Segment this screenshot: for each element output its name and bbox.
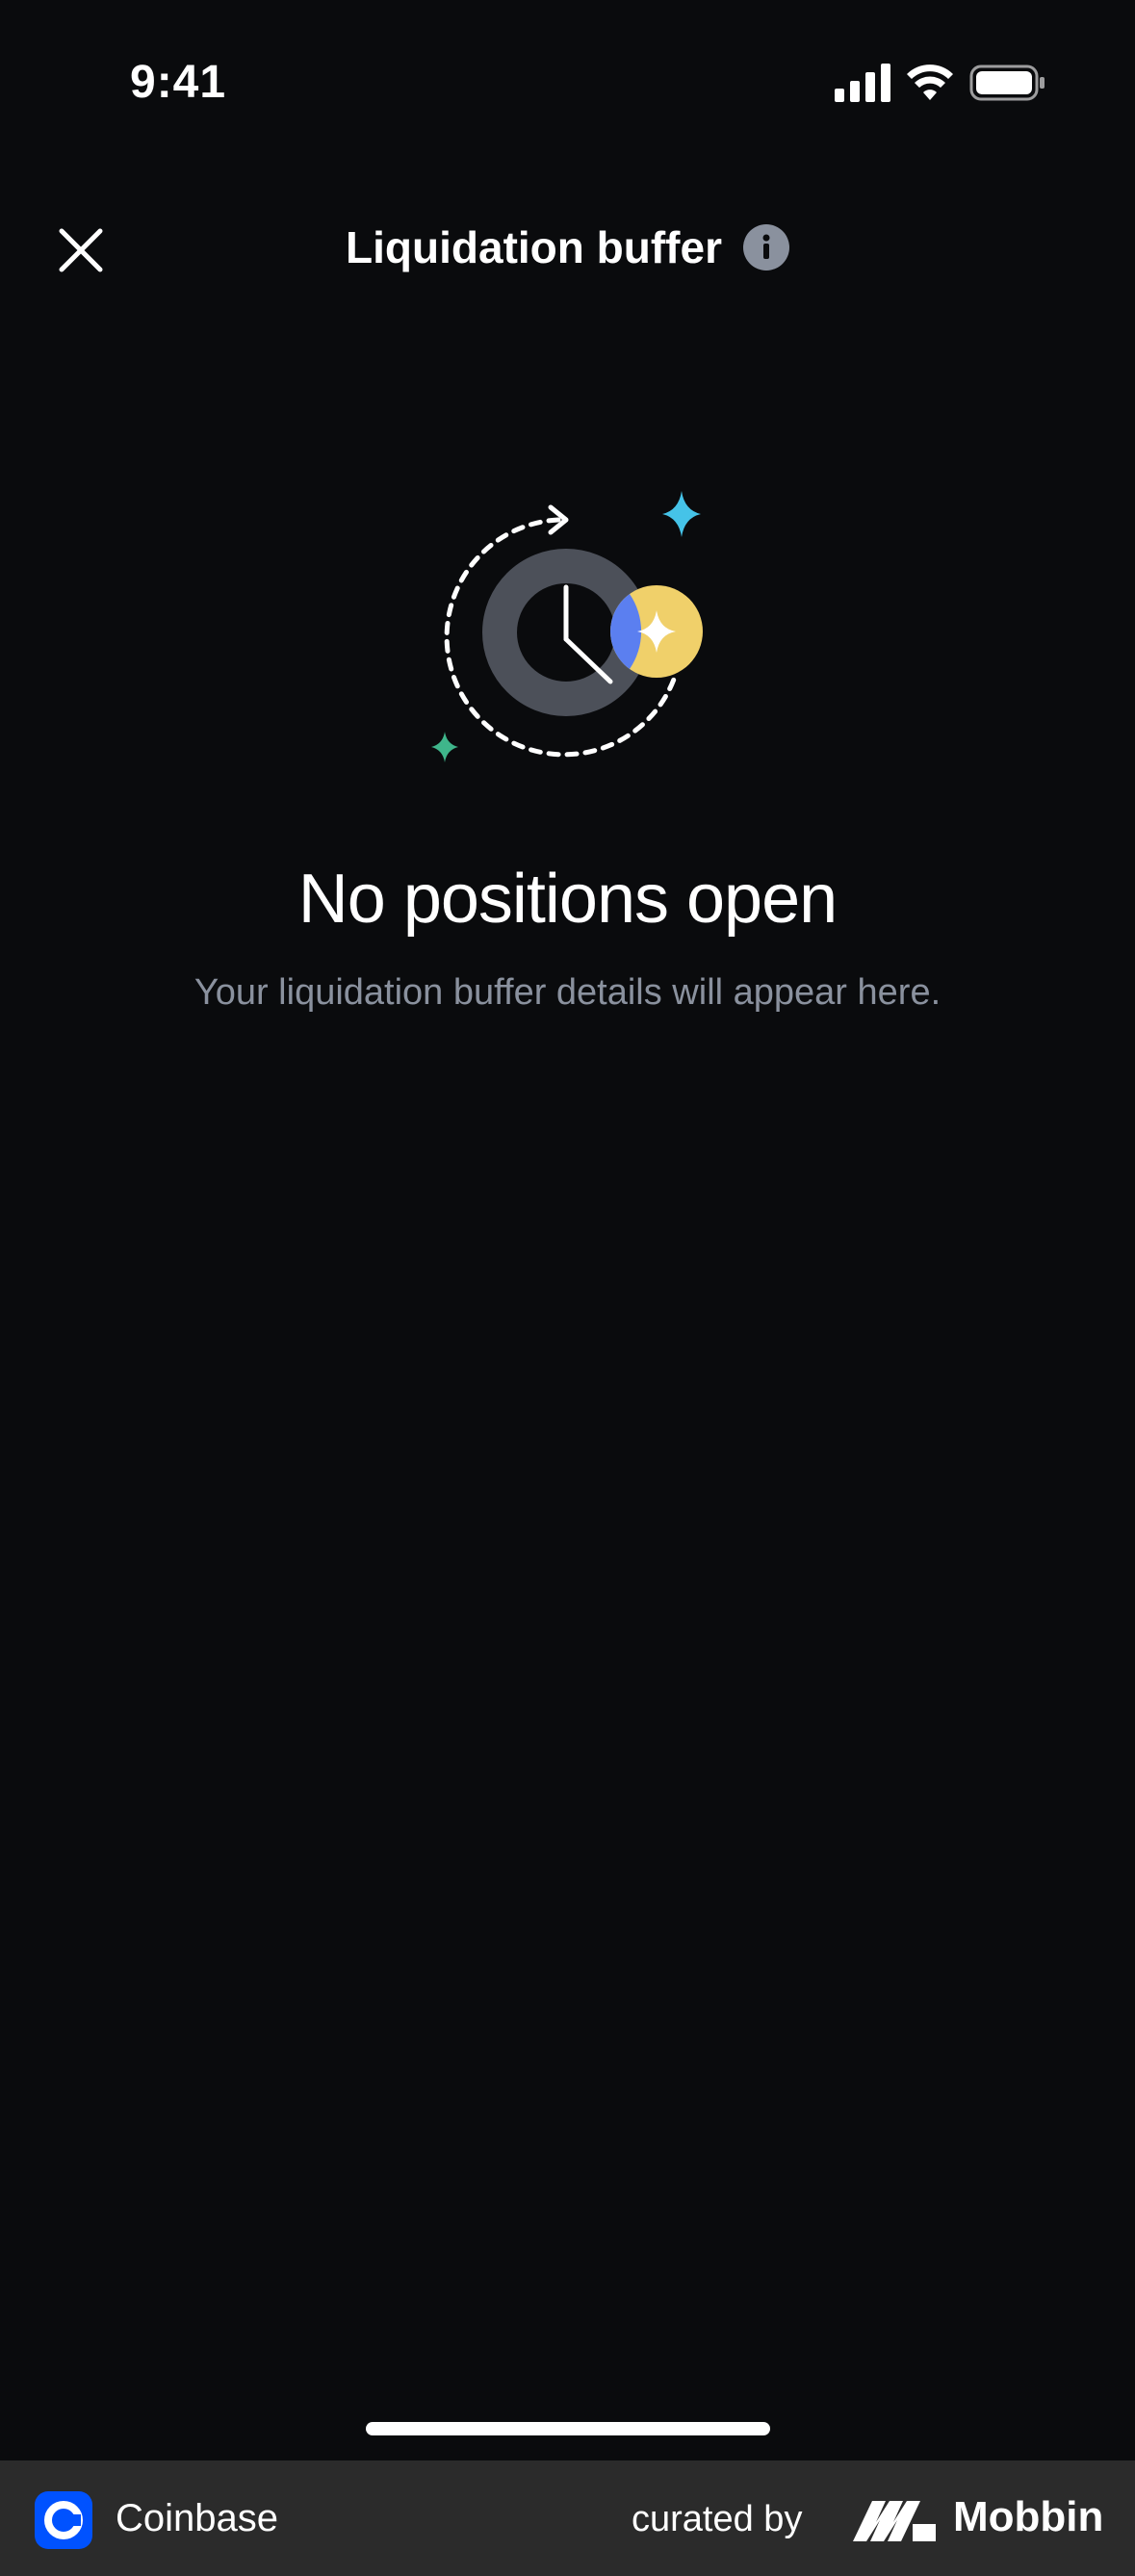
page-title: Liquidation buffer bbox=[346, 222, 722, 272]
status-time: 9:41 bbox=[130, 57, 227, 108]
status-icons bbox=[835, 64, 1046, 106]
info-button[interactable] bbox=[742, 224, 789, 270]
clock-illustration bbox=[414, 481, 722, 789]
header-title-group: Liquidation buffer bbox=[0, 221, 1135, 273]
footer-bar: Coinbase curated by Mobbin bbox=[0, 2460, 1135, 2576]
footer-curated-label: curated by bbox=[632, 2499, 803, 2539]
footer-curator: Mobbin bbox=[953, 2493, 1104, 2540]
status-bar: 9:41 bbox=[0, 0, 1135, 164]
battery-icon bbox=[969, 64, 1045, 101]
home-indicator[interactable] bbox=[366, 2422, 770, 2435]
coinbase-logo-icon bbox=[35, 2491, 92, 2549]
cellular-signal-icon bbox=[835, 64, 890, 102]
empty-state-title: No positions open bbox=[297, 861, 838, 938]
footer-brand: Coinbase bbox=[116, 2497, 279, 2539]
wifi-icon bbox=[907, 64, 953, 100]
mobbin-logo-icon bbox=[853, 2501, 936, 2541]
header: Liquidation buffer bbox=[0, 193, 1135, 312]
empty-state-subtitle: Your liquidation buffer details will app… bbox=[193, 972, 942, 1013]
info-icon bbox=[762, 234, 770, 259]
